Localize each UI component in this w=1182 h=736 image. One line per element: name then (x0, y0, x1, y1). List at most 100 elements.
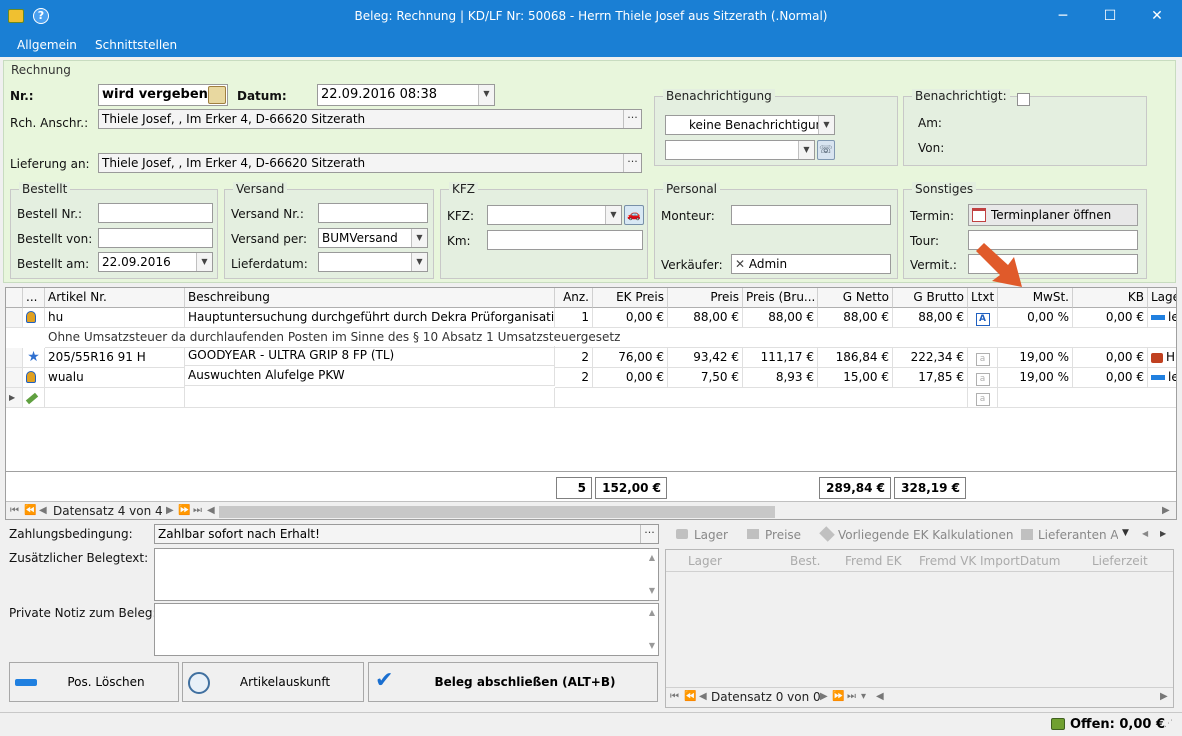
ellipsis-icon[interactable]: ··· (640, 525, 658, 543)
resize-grip-icon[interactable]: ⋰ (1164, 719, 1173, 729)
side-col-fremd-ek[interactable]: Fremd EK (845, 554, 902, 568)
datum-field[interactable]: 22.09.2016 08:38 ▼ (317, 84, 495, 106)
new-rest-cell[interactable] (998, 388, 1176, 408)
chevron-down-icon[interactable]: ▼ (605, 206, 621, 224)
column-header-lager[interactable]: Lage (1148, 288, 1176, 308)
chevron-down-icon[interactable]: ▼ (196, 253, 212, 271)
prev-record-icon[interactable]: ◀ (699, 691, 707, 702)
remove-tag-icon[interactable]: ✕ (735, 257, 749, 271)
cell-brutto[interactable]: 111,17 € (743, 348, 818, 368)
lieferdatum-field[interactable]: ▼ (318, 252, 428, 272)
column-header-gbrutto[interactable]: G Brutto (893, 288, 968, 308)
scroll-up-icon[interactable]: ▲ (649, 549, 655, 567)
chevron-down-icon[interactable]: ▼ (411, 253, 427, 271)
scroll-left-icon[interactable]: ◀ (876, 691, 884, 702)
minimize-button[interactable]: ─ (1040, 0, 1086, 33)
notiz-textarea[interactable]: ▲ ▼ (154, 603, 659, 656)
column-header-kb[interactable]: KB (1073, 288, 1148, 308)
benachrichtigt-checkbox[interactable] (1017, 93, 1030, 106)
anschr-field[interactable]: Thiele Josef, , Im Erker 4, D-66620 Sitz… (98, 109, 642, 129)
column-header-beschreibung[interactable]: Beschreibung (185, 288, 555, 308)
side-col-lieferzeit[interactable]: Lieferzeit (1092, 554, 1148, 568)
tab-lieferanten[interactable]: Lieferanten Ar (1038, 528, 1118, 542)
scroll-up-icon[interactable]: ▲ (649, 604, 655, 622)
benachrichtigung-contact-select[interactable]: ▼ (665, 140, 815, 160)
side-col-importdatum[interactable]: ImportDatum (980, 554, 1060, 568)
column-header-ek[interactable]: EK Preis (593, 288, 668, 308)
side-col-fremd-vk[interactable]: Fremd VK (919, 554, 976, 568)
column-header-anz[interactable]: Anz. (555, 288, 593, 308)
cell-kb[interactable]: 0,00 € (1073, 348, 1148, 368)
column-header-preis[interactable]: Preis (668, 288, 743, 308)
tab-scroll-left-icon[interactable]: ◀ (1142, 529, 1148, 538)
km-input[interactable] (487, 230, 643, 250)
cell-lager[interactable]: le (1148, 368, 1176, 388)
side-col-best[interactable]: Best. (790, 554, 820, 568)
cell-anz[interactable]: 1 (555, 308, 593, 328)
cell-gbrutto[interactable]: 222,34 € (893, 348, 968, 368)
verkaeufer-field[interactable]: ✕ Admin (731, 254, 891, 274)
prev-record-icon[interactable]: ◀ (39, 505, 47, 516)
cell-mwst[interactable]: 0,00 % (998, 308, 1073, 328)
new-values-cell[interactable] (555, 388, 968, 408)
close-button[interactable]: ✕ (1134, 0, 1180, 33)
next-page-icon[interactable]: ⏩ (832, 691, 844, 702)
tab-dropdown-icon[interactable]: ▼ (1122, 528, 1129, 538)
scroll-left-icon[interactable]: ◀ (207, 505, 215, 516)
new-beschreibung-cell[interactable] (185, 388, 555, 408)
cell-beschreibung[interactable]: GOODYEAR - ULTRA GRIP 8 FP (TL) (185, 346, 555, 366)
longtext-icon[interactable]: a (968, 348, 998, 368)
benachrichtigung-select[interactable]: keine Benachrichtigung ▼ (665, 115, 835, 135)
cell-kb[interactable]: 0,00 € (1073, 368, 1148, 388)
menu-schnittstellen[interactable]: Schnittstellen (95, 38, 177, 52)
column-header-mwst[interactable]: MwSt. (998, 288, 1073, 308)
ellipsis-icon[interactable]: ··· (623, 110, 641, 128)
cell-ek[interactable]: 0,00 € (593, 308, 668, 328)
monteur-input[interactable] (731, 205, 891, 225)
last-record-icon[interactable]: ⏭ (193, 505, 202, 516)
bestellt-von-input[interactable] (98, 228, 213, 248)
chevron-down-icon[interactable]: ▼ (411, 229, 427, 247)
cell-preis[interactable]: 7,50 € (668, 368, 743, 388)
tab-ek-kalkulationen[interactable]: Vorliegende EK Kalkulationen (838, 528, 1013, 542)
filter-icon[interactable]: ▾ (861, 691, 866, 702)
cell-gnetto[interactable]: 88,00 € (818, 308, 893, 328)
pos-loeschen-button[interactable]: Pos. Löschen (9, 662, 179, 702)
cell-artikel[interactable]: wualu (45, 368, 185, 388)
cell-lager[interactable]: H (1148, 348, 1176, 368)
versand-per-select[interactable]: BUMVersand ▼ (318, 228, 428, 248)
tab-scroll-right-icon[interactable]: ▶ (1160, 529, 1166, 538)
cell-beschreibung[interactable]: Hauptuntersuchung durchgeführt durch Dek… (185, 308, 555, 328)
column-header-artikel[interactable]: Artikel Nr. (45, 288, 185, 308)
side-col-lager[interactable]: Lager (688, 554, 722, 568)
cell-gbrutto[interactable]: 88,00 € (893, 308, 968, 328)
cell-preis[interactable]: 88,00 € (668, 308, 743, 328)
scroll-right-icon[interactable]: ▶ (1162, 505, 1170, 516)
cell-gbrutto[interactable]: 17,85 € (893, 368, 968, 388)
prev-page-icon[interactable]: ⏪ (684, 691, 696, 702)
first-record-icon[interactable]: ⏮ (670, 691, 679, 702)
cell-artikel[interactable]: hu (45, 308, 185, 328)
cell-ek[interactable]: 76,00 € (593, 348, 668, 368)
next-page-icon[interactable]: ⏩ (178, 505, 190, 516)
versand-nr-input[interactable] (318, 203, 428, 223)
cell-brutto[interactable]: 8,93 € (743, 368, 818, 388)
tab-preise[interactable]: Preise (765, 528, 801, 542)
scroll-down-icon[interactable]: ▼ (649, 637, 655, 655)
belegtext-textarea[interactable]: ▲ ▼ (154, 548, 659, 601)
beleg-abschliessen-button[interactable]: ✔ Beleg abschließen (ALT+B) (368, 662, 658, 702)
ellipsis-icon[interactable]: ··· (623, 154, 641, 172)
cell-anz[interactable]: 2 (555, 368, 593, 388)
next-record-icon[interactable]: ▶ (820, 691, 828, 702)
car-icon[interactable]: 🚗 (624, 205, 644, 225)
column-header-brutto[interactable]: Preis (Bru... (743, 288, 818, 308)
maximize-button[interactable]: ☐ (1087, 0, 1133, 33)
cell-gnetto[interactable]: 186,84 € (818, 348, 893, 368)
cell-mwst[interactable]: 19,00 % (998, 348, 1073, 368)
cell-artikel[interactable]: 205/55R16 91 H (45, 348, 185, 368)
cell-brutto[interactable]: 88,00 € (743, 308, 818, 328)
phone-icon[interactable]: ☏ (817, 140, 835, 160)
kfz-select[interactable]: ▼ (487, 205, 622, 225)
cell-preis[interactable]: 93,42 € (668, 348, 743, 368)
new-artikel-cell[interactable] (45, 388, 185, 408)
